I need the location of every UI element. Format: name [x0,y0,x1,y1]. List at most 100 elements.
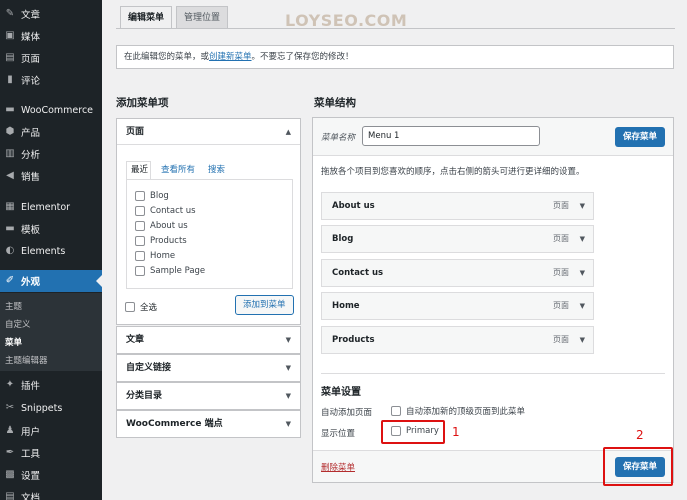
accordion-posts[interactable]: 文章 ▼ [116,326,301,354]
expand-arrow-icon[interactable]: ▼ [580,260,585,286]
menu-item[interactable]: Home 页面 ▼ [321,292,594,320]
sidebar-item-label: 页面 [21,54,41,65]
menu-header: 菜单名称 Menu 1 保存菜单 [313,118,673,156]
expand-arrow-icon[interactable]: ▼ [580,193,585,219]
list-item[interactable]: Home [135,251,175,261]
page-list: Blog Contact us About us Products Home S… [126,179,293,289]
list-item[interactable]: Contact us [135,206,196,216]
menu-item[interactable]: About us 页面 ▼ [321,192,594,220]
expand-arrow-icon[interactable]: ▼ [580,293,585,319]
tools-icon: ✒ [5,447,15,458]
sidebar-item-settings[interactable]: ▩ 设置 [0,464,102,486]
sidebar-item-comment[interactable]: ▮ 评论 [0,69,102,91]
select-all[interactable]: 全选 [125,301,157,313]
sidebar-item-label: 设置 [21,471,41,482]
page-label: Blog [150,191,169,201]
page-label: Sample Page [150,266,206,276]
page-checkbox[interactable] [135,191,145,201]
tab-edit-menus[interactable]: 编辑菜单 [120,6,173,29]
page-checkbox[interactable] [135,221,145,231]
auto-add-checkbox[interactable] [391,406,401,416]
auto-add-option[interactable]: 自动添加新的顶级页面到此菜单 [391,405,525,417]
subtab-recent[interactable]: 最近 [131,163,148,175]
page-checkbox[interactable] [135,251,145,261]
menu-item[interactable]: Blog 页面 ▼ [321,225,594,253]
sidebar-item-megaphone[interactable]: ◀ 销售 [0,165,102,187]
appearance-submenu: 主题 自定义 菜单 主题编辑器 [0,293,102,371]
sidebar-item-label: 外观 [21,277,41,288]
auto-add-label: 自动添加页面 [321,408,373,418]
page-checkbox[interactable] [135,206,145,216]
list-item[interactable]: Products [135,236,187,246]
sidebar-item-tools[interactable]: ✒ 工具 [0,442,102,464]
expand-arrow-icon[interactable]: ▼ [286,355,291,381]
expand-arrow-icon[interactable]: ▼ [580,226,585,252]
save-menu-button-top[interactable]: 保存菜单 [615,127,666,147]
sidebar-item-elements[interactable]: ◐ Elements [0,240,102,262]
expand-arrow-icon[interactable]: ▼ [286,383,291,409]
sidebar-item-analytics[interactable]: ▥ 分析 [0,143,102,165]
accordion-title[interactable]: 分类目录 [117,383,300,409]
menu-item-type: 页面 [553,201,569,210]
menu-item-title: Products [332,335,375,345]
media-icon: ▣ [5,30,15,41]
submenu-item-themes[interactable]: 主题 [5,300,22,312]
sidebar-item-label: WooCommerce [21,104,94,116]
menu-item-type: 页面 [553,335,569,344]
submenu-item-theme-editor[interactable]: 主题编辑器 [5,354,48,366]
select-all-checkbox[interactable] [125,302,135,312]
snippets-icon: ✂ [5,402,15,413]
list-item[interactable]: About us [135,221,188,231]
menu-name-input[interactable]: Menu 1 [362,126,540,146]
tab-manage-locations[interactable]: 管理位置 [176,6,229,28]
subtab-search[interactable]: 搜索 [208,163,225,175]
plugin-icon: ✦ [5,379,15,390]
expand-arrow-icon[interactable]: ▼ [286,411,291,437]
display-location-label: 显示位置 [321,429,356,439]
accordion-categories[interactable]: 分类目录 ▼ [116,382,301,410]
sidebar-item-page[interactable]: ▤ 页面 [0,47,102,69]
menu-item-title: Contact us [332,268,384,278]
sidebar-item-snippets[interactable]: ✂ Snippets [0,397,102,419]
sidebar-item-appearance[interactable]: ✐ 外观 [0,270,102,292]
delete-menu-link[interactable]: 删除菜单 [321,461,355,473]
sidebar-item-product[interactable]: ⬢ 产品 [0,121,102,143]
sidebar-item-users[interactable]: ♟ 用户 [0,420,102,442]
accordion-title[interactable]: 自定义链接 [117,355,300,381]
pages-panel-title[interactable]: 页面 [117,119,300,145]
expand-arrow-icon[interactable]: ▼ [580,327,585,353]
sidebar-item-docs[interactable]: ▤ 文档 [0,486,102,500]
notice-text-before: 在此编辑您的菜单，或 [124,52,210,62]
accordion-custom-links[interactable]: 自定义链接 ▼ [116,354,301,382]
list-item[interactable]: Sample Page [135,266,205,276]
add-to-menu-button[interactable]: 添加到菜单 [235,295,294,315]
menu-item-type: 页面 [553,268,569,277]
accordion-title[interactable]: WooCommerce 端点 [117,411,300,437]
create-new-menu-link[interactable]: 创建新菜单 [209,52,252,62]
accordion-title[interactable]: 文章 [117,327,300,353]
sidebar-item-folder[interactable]: ▬ 模板 [0,218,102,240]
sidebar-item-label: 评论 [21,76,41,87]
menu-item[interactable]: Contact us 页面 ▼ [321,259,594,287]
subtab-view-all[interactable]: 查看所有 [161,163,195,175]
sidebar-item-plugin[interactable]: ✦ 插件 [0,374,102,396]
page-checkbox[interactable] [135,266,145,276]
menu-item[interactable]: Products 页面 ▼ [321,326,594,354]
sidebar-item-pin[interactable]: ✎ 文章 [0,3,102,25]
sidebar-item-label: 分析 [21,150,41,161]
annotation-number-2: 2 [636,428,644,442]
submenu-item-menus[interactable]: 菜单 [5,336,22,348]
accordion-woocommerce-endpoints[interactable]: WooCommerce 端点 ▼ [116,410,301,438]
collapse-arrow-icon[interactable]: ▲ [286,119,291,145]
page-checkbox[interactable] [135,236,145,246]
sidebar-item-woocommerce[interactable]: ▬ WooCommerce [0,99,102,121]
menu-structure-panel: 菜单名称 Menu 1 保存菜单 拖放各个项目到您喜欢的顺序，点击右侧的箭头可进… [312,117,674,483]
product-icon: ⬢ [5,126,15,137]
sidebar-item-elementor[interactable]: ▦ Elementor [0,196,102,218]
expand-arrow-icon[interactable]: ▼ [286,327,291,353]
menu-settings-heading: 菜单设置 [321,387,361,398]
list-item[interactable]: Blog [135,191,169,201]
sidebar-item-media[interactable]: ▣ 媒体 [0,25,102,47]
submenu-item-customize[interactable]: 自定义 [5,318,31,330]
menu-item-title: About us [332,201,375,211]
